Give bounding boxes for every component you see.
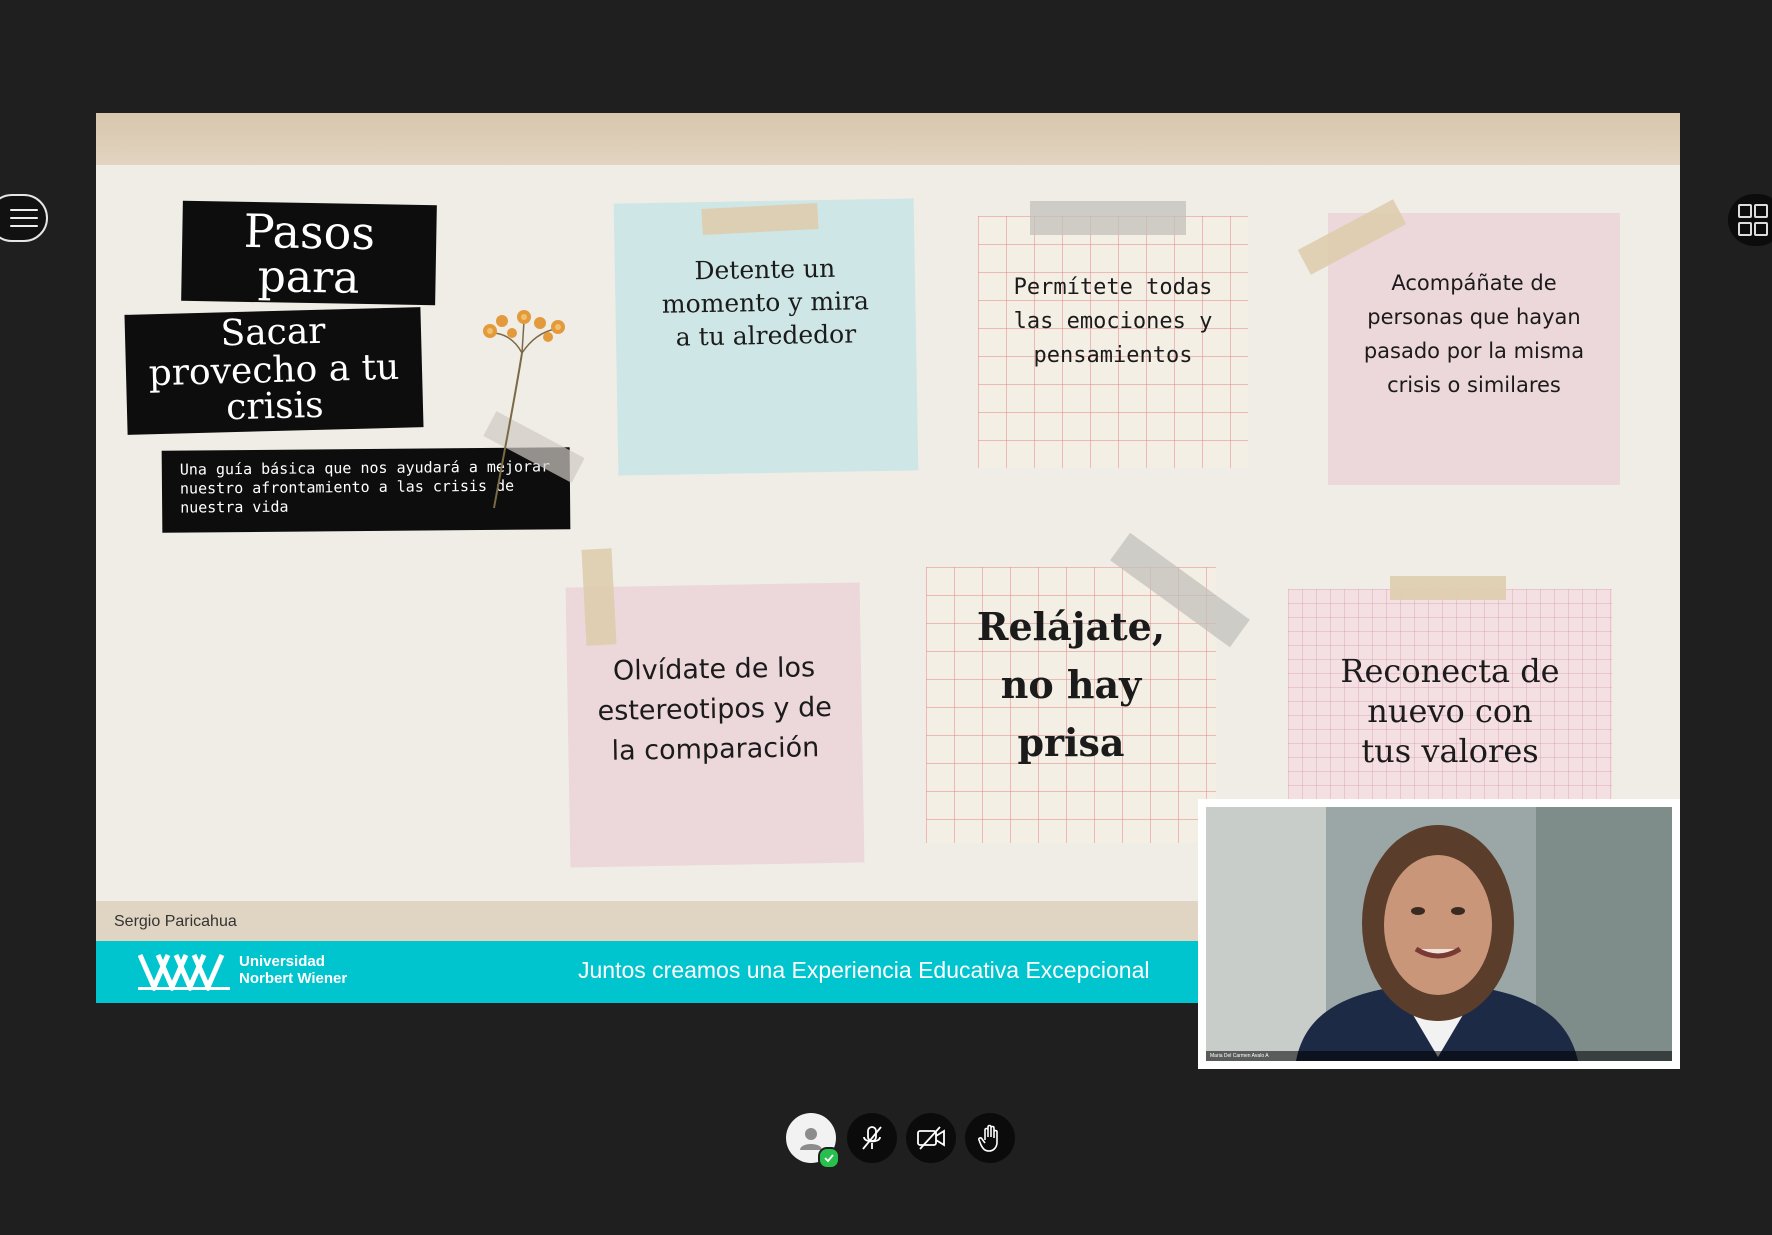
note-text: Acompáñate de personas que hayan pasado … — [1363, 271, 1585, 397]
user-status-button[interactable] — [786, 1113, 840, 1169]
note-text: Olvídate de los estereotipos y de la com… — [597, 652, 833, 767]
slide-title: Pasos para — [181, 200, 437, 306]
note-text: Permítete todas las emociones y pensamie… — [1013, 275, 1213, 368]
camera-toggle-button[interactable] — [906, 1113, 956, 1163]
university-name-line: Norbert Wiener — [239, 970, 348, 987]
checkmark-icon — [824, 1154, 834, 1163]
grid-layout-icon — [1738, 204, 1768, 236]
participant-video-image — [1206, 807, 1672, 1061]
sticky-note: Relájate, no hay prisa — [926, 567, 1216, 843]
raise-hand-button[interactable] — [965, 1113, 1015, 1163]
online-status-badge — [818, 1147, 840, 1169]
sticky-note: Detente un momento y mira a tu alrededor — [613, 198, 919, 476]
university-name-line: Universidad — [239, 953, 325, 970]
raise-hand-icon — [978, 1124, 998, 1152]
dried-flower-illustration — [483, 310, 584, 509]
footer-slogan: Juntos creamos una Experiencia Educativa… — [578, 957, 1150, 983]
tape-strip — [1030, 201, 1186, 235]
university-name: Universidad Norbert Wiener — [239, 953, 347, 987]
title-line: para — [257, 251, 360, 304]
sticky-note: Permítete todas las emociones y pensamie… — [978, 216, 1248, 468]
note-text: Detente un momento y mira a tu alrededor — [661, 253, 870, 352]
presenter-name: Sergio Paricahua — [114, 913, 237, 930]
participant-video-tile[interactable]: Maria Del Carmen Avalo A — [1198, 799, 1680, 1069]
tape-strip — [1390, 576, 1506, 600]
tape-strip — [581, 548, 617, 646]
note-text: Relájate, no hay prisa — [976, 604, 1166, 765]
user-icon — [800, 1128, 822, 1150]
participant-video-feed: Maria Del Carmen Avalo A — [1206, 807, 1672, 1061]
note-text: Reconecta de nuevo con tus valores — [1340, 652, 1560, 770]
sticky-note: Acompáñate de personas que hayan pasado … — [1328, 213, 1620, 485]
hamburger-menu-icon — [10, 209, 38, 227]
camera-off-icon — [917, 1126, 945, 1150]
slide-top-border — [96, 113, 1680, 165]
university-logo — [138, 953, 230, 991]
microphone-muted-icon — [862, 1126, 882, 1150]
microphone-toggle-button[interactable] — [847, 1113, 897, 1163]
layout-toggle-button[interactable] — [1728, 194, 1772, 246]
sticky-note: Reconecta de nuevo con tus valores — [1288, 589, 1612, 833]
slide-subtitle: Sacar provecho a tu crisis — [124, 307, 424, 435]
participant-caption: Maria Del Carmen Avalo A — [1210, 1053, 1269, 1059]
menu-button[interactable] — [0, 194, 48, 242]
